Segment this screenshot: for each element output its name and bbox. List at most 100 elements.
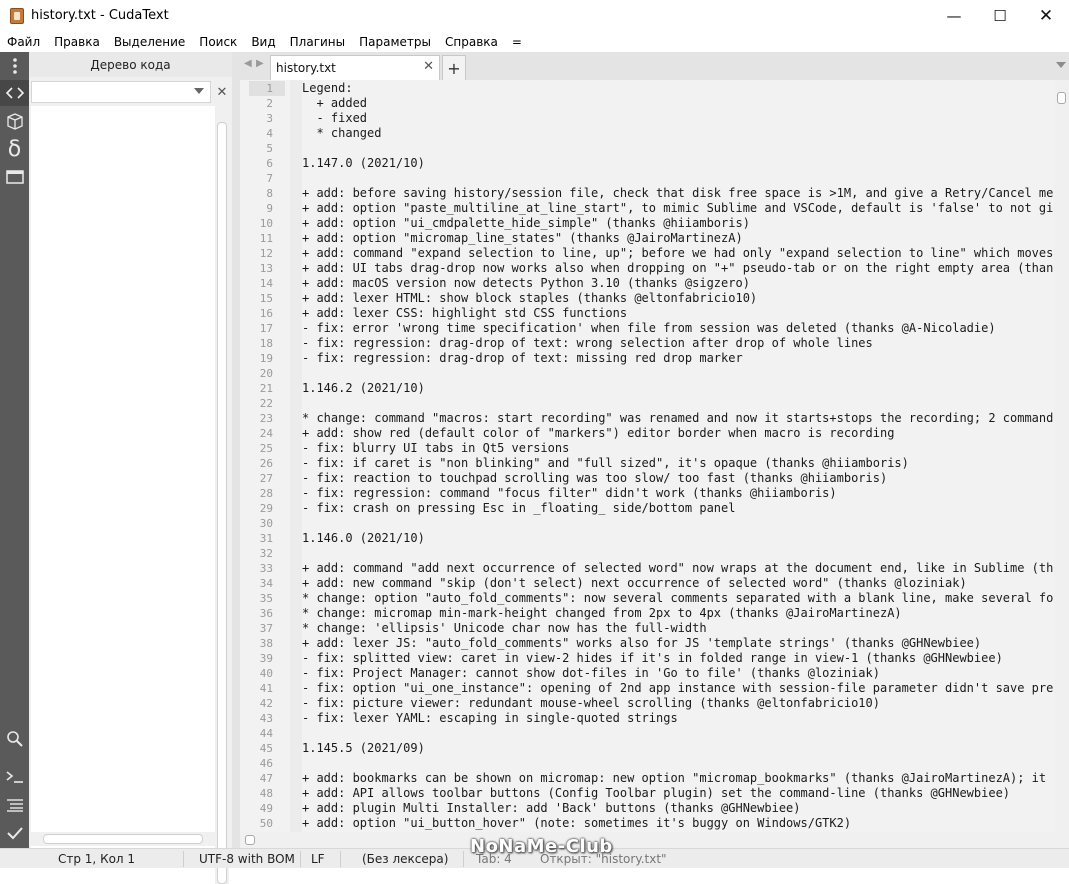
code-line[interactable]: Legend: xyxy=(302,81,353,96)
tab-scroll-right-icon[interactable]: ▶ xyxy=(256,58,264,69)
menu-view[interactable]: Вид xyxy=(244,35,282,49)
code-line[interactable]: - fix: error 'wrong time specification' … xyxy=(302,321,996,336)
validate-icon[interactable] xyxy=(0,820,29,846)
code-line[interactable]: - fix: reaction to touchpad scrolling wa… xyxy=(302,471,887,486)
menu-selection[interactable]: Выделение xyxy=(107,35,192,49)
code-line[interactable]: + add: option "ui_button_hover" (note: s… xyxy=(302,816,851,831)
code-tree-list[interactable] xyxy=(31,106,215,884)
line-number-gutter: 1 2 3 4 5 6 7 8 9 10 11 12 13 14 15 16 17 18 19 20 21 22 23 24 2… xyxy=(240,80,290,832)
code-line[interactable]: - fix: regression: command "focus filter… xyxy=(302,486,837,501)
snippets-icon[interactable]: δ xyxy=(0,136,29,162)
scrollbar-thumb[interactable] xyxy=(43,834,203,844)
menu-help[interactable]: Справка xyxy=(438,35,505,49)
watermark: NoNaMe-Club xyxy=(470,836,613,857)
line-number: 39 xyxy=(259,652,273,665)
minimize-button[interactable]: — xyxy=(931,0,977,31)
scrollbar-thumb[interactable] xyxy=(217,122,227,884)
code-line[interactable]: - fixed xyxy=(302,111,367,126)
scrollbar-thumb[interactable] xyxy=(1057,92,1066,104)
menu-edit[interactable]: Правка xyxy=(47,35,107,49)
code-line[interactable]: - fix: crash on pressing Esc in _floatin… xyxy=(302,501,735,516)
close-icon[interactable]: ✕ xyxy=(423,59,434,74)
status-encoding[interactable]: UTF-8 with BOM xyxy=(199,851,295,867)
console-icon[interactable] xyxy=(0,764,29,790)
chevron-down-icon[interactable] xyxy=(194,88,204,94)
code-tree-filter-combo[interactable] xyxy=(31,81,211,103)
menu-search[interactable]: Поиск xyxy=(192,35,244,49)
code-line[interactable]: - fix: regression: drag-drop of text: wr… xyxy=(302,336,873,351)
code-line[interactable]: + add: lexer JS: "auto_fold_comments" wo… xyxy=(302,636,981,651)
menu-file[interactable]: Файл xyxy=(0,35,47,49)
code-tree-icon[interactable] xyxy=(0,80,29,106)
fold-column[interactable] xyxy=(290,80,302,832)
code-line[interactable]: + add: UI tabs drag-drop now works also … xyxy=(302,261,1054,276)
line-number: 1 xyxy=(266,82,273,95)
code-line[interactable]: + added xyxy=(302,96,367,111)
menu-extra[interactable]: = xyxy=(505,35,529,49)
code-line[interactable]: * change: 'ellipsis' Unicode char now ha… xyxy=(302,621,707,636)
output-icon[interactable] xyxy=(0,792,29,818)
code-line[interactable]: + add: macOS version now detects Python … xyxy=(302,276,750,291)
code-tree-horizontal-scrollbar[interactable] xyxy=(31,832,215,846)
code-line[interactable]: + add: lexer HTML: show block staples (t… xyxy=(302,291,757,306)
code-line[interactable]: + add: command "add next occurrence of s… xyxy=(302,561,1054,576)
line-number: 11 xyxy=(259,232,273,245)
menu-options[interactable]: Параметры xyxy=(352,35,438,49)
code-line[interactable]: - fix: option "ui_one_instance": opening… xyxy=(302,681,1054,696)
scrollbar-thumb[interactable] xyxy=(245,835,255,845)
maximize-button[interactable]: ☐ xyxy=(977,0,1023,31)
close-button[interactable]: ✕ xyxy=(1023,0,1069,31)
code-line[interactable]: 1.147.0 (2021/10) xyxy=(302,156,425,171)
line-number: 15 xyxy=(259,292,273,305)
code-line[interactable]: + add: option "ui_cmdpalette_hide_simple… xyxy=(302,216,750,231)
line-number: 8 xyxy=(266,187,273,200)
code-area[interactable]: Legend: + added - fixed * changed 1.147.0… xyxy=(302,80,1054,832)
code-line[interactable]: + add: option "paste_multiline_at_line_s… xyxy=(302,201,1054,216)
status-position[interactable]: Стр 1, Кол 1 xyxy=(58,851,135,867)
code-line[interactable]: 1.145.5 (2021/09) xyxy=(302,741,425,756)
code-line[interactable]: - fix: blurry UI tabs in Qt5 versions xyxy=(302,441,569,456)
menu-dots-icon[interactable] xyxy=(0,53,29,79)
code-line[interactable]: + add: plugin Multi Installer: add 'Back… xyxy=(302,801,801,816)
line-number: 23 xyxy=(259,412,273,425)
close-icon[interactable]: ✕ xyxy=(215,82,229,102)
code-line[interactable]: * change: command "macros: start recordi… xyxy=(302,411,1054,426)
code-line[interactable]: - fix: splitted view: caret in view-2 hi… xyxy=(302,651,1003,666)
code-line[interactable]: + add: API allows toolbar buttons (Confi… xyxy=(302,786,1010,801)
menu-plugins[interactable]: Плагины xyxy=(283,35,352,49)
code-line[interactable]: + add: before saving history/session fil… xyxy=(302,186,1054,201)
tab-label: history.txt xyxy=(276,61,336,75)
code-line[interactable]: - fix: regression: drag-drop of text: mi… xyxy=(302,351,743,366)
project-icon[interactable] xyxy=(0,108,29,134)
code-line[interactable]: + add: command "expand selection to line… xyxy=(302,246,1054,261)
code-line[interactable]: * change: micromap min-mark-height chang… xyxy=(302,606,902,621)
editor-vertical-scrollbar[interactable] xyxy=(1054,80,1069,832)
code-line[interactable]: 1.146.0 (2021/10) xyxy=(302,531,425,546)
tab-history-txt[interactable]: history.txt ✕ xyxy=(270,55,440,80)
line-number: 21 xyxy=(259,382,273,395)
code-line[interactable]: - fix: if caret is "non blinking" and "f… xyxy=(302,456,909,471)
code-line[interactable]: - fix: lexer YAML: escaping in single-qu… xyxy=(302,711,678,726)
code-line[interactable]: + add: new command "skip (don't select) … xyxy=(302,576,967,591)
editor[interactable]: 1 2 3 4 5 6 7 8 9 10 11 12 13 14 15 16 17 18 19 20 21 22 23 24 2… xyxy=(240,80,1069,832)
status-lexer[interactable]: (Без лексера) xyxy=(362,851,448,867)
tab-scroll-left-icon[interactable]: ◀ xyxy=(244,58,252,69)
search-icon[interactable] xyxy=(0,726,29,752)
code-line[interactable]: + add: option "micromap_line_states" (th… xyxy=(302,231,743,246)
line-number: 37 xyxy=(259,622,273,635)
editor-horizontal-scrollbar[interactable] xyxy=(240,832,1069,848)
status-line-ending[interactable]: LF xyxy=(311,851,325,867)
code-line[interactable]: + add: show red (default color of "marke… xyxy=(302,426,894,441)
code-line[interactable]: * changed xyxy=(302,126,381,141)
code-tree-vertical-scrollbar[interactable] xyxy=(215,106,229,884)
code-line[interactable]: * change: option "auto_fold_comments": n… xyxy=(302,591,1054,606)
tabs-menu-icon[interactable] xyxy=(1056,62,1066,68)
code-line[interactable]: 1.146.2 (2021/10) xyxy=(302,381,425,396)
add-tab-button[interactable]: + xyxy=(442,55,466,80)
panel-splitter[interactable] xyxy=(232,52,240,848)
code-line[interactable]: + add: bookmarks can be shown on microma… xyxy=(302,771,1054,786)
tabs-icon[interactable] xyxy=(0,164,29,190)
code-line[interactable]: - fix: picture viewer: redundant mouse-w… xyxy=(302,696,880,711)
code-line[interactable]: + add: lexer CSS: highlight std CSS func… xyxy=(302,306,627,321)
code-line[interactable]: - fix: Project Manager: cannot show dot-… xyxy=(302,666,880,681)
